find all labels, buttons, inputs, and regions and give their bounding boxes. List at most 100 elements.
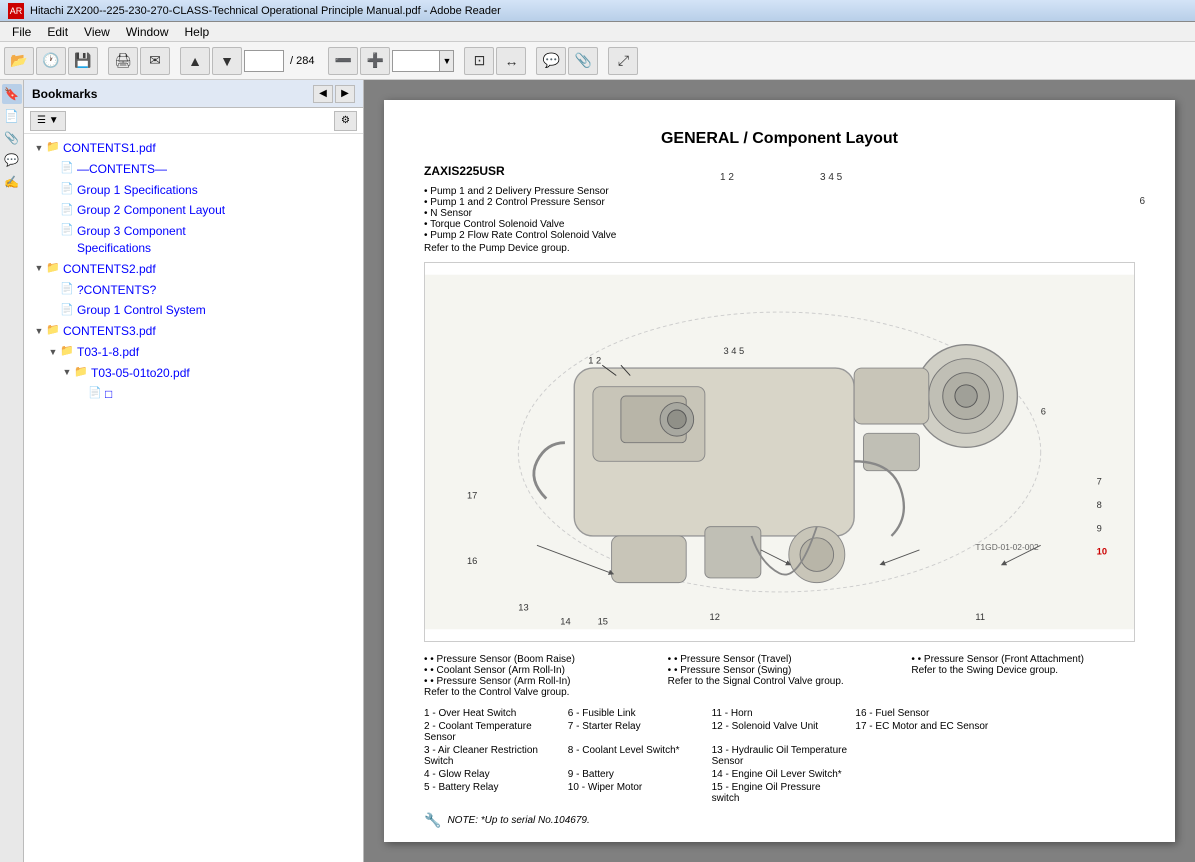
collapse-panel-button[interactable]: ◀ [313,85,333,103]
next-page-button[interactable]: ▼ [212,47,242,75]
num-item-7: 7 - Starter Relay [568,721,704,743]
bm-label-1: • • Pressure Sensor (Travel) [668,654,892,665]
prev-page-button[interactable]: ▲ [180,47,210,75]
expand-icon-contents1: ▼ [32,140,46,156]
zoom-input[interactable]: 75% [392,50,440,72]
menu-help[interactable]: Help [177,25,218,39]
num-item-15: 15 - Engine Oil Pressure switch [712,782,848,804]
svg-text:7: 7 [1097,477,1102,487]
bottom-left-labels: • • Pressure Sensor (Boom Raise) • • Coo… [424,654,648,698]
top-label-5: • Pump 2 Flow Rate Control Solenoid Valv… [424,230,644,241]
bookmark-contents-q[interactable]: 📄 ?CONTENTS? [24,280,363,301]
comments-icon[interactable]: 💬 [2,150,22,170]
top-label-1: • Pump 1 and 2 Delivery Pressure Sensor [424,186,644,197]
bookmark-label-group2-comp: Group 2 Component Layout [77,202,225,219]
bookmark-label-contents-dash: —CONTENTS— [77,161,167,178]
num-item-17: 17 - EC Motor and EC Sensor [855,721,991,743]
zoom-dropdown-button[interactable]: ▼ [440,50,454,72]
bookmark-label-contents-q: ?CONTENTS? [77,282,156,299]
expand-panel-button[interactable]: ▶ [335,85,355,103]
leaf-icon-leaf: 📄 [88,386,102,402]
bookmark-contents-dash[interactable]: 📄 —CONTENTS— [24,159,363,180]
signatures-icon[interactable]: ✍ [2,172,22,192]
bookmark-label-t03-05: T03-05-01to20.pdf [91,365,190,382]
bookmark-contents2[interactable]: ▼ 📁 CONTENTS2.pdf [24,259,363,280]
svg-text:11: 11 [975,612,985,622]
title-bar: AR Hitachi ZX200--225-230-270-CLASS-Tech… [0,0,1195,22]
folder-icon-contents2: 📁 [46,261,60,277]
menu-bar: File Edit View Window Help [0,22,1195,42]
expand-button[interactable]: ⤢ [608,47,638,75]
br-label-2: Refer to the Swing Device group. [911,665,1135,676]
pdf-page: GENERAL / Component Layout ZAXIS225USR •… [384,100,1175,842]
bottom-right-labels: • • Pressure Sensor (Front Attachment) R… [911,654,1135,698]
num-item-4: 4 - Glow Relay [424,769,560,780]
bookmark-group2-comp[interactable]: 📄 Group 2 Component Layout [24,200,363,221]
menu-file[interactable]: File [4,25,39,39]
page-number-input[interactable]: 30 [244,50,284,72]
note-section: 🔧 NOTE: *Up to serial No.104679. [424,812,1135,829]
bookmarks-options-button[interactable]: ⚙ [334,111,357,131]
menu-edit[interactable]: Edit [39,25,76,39]
bookmark-contents1[interactable]: ▼ 📁 CONTENTS1.pdf [24,138,363,159]
num-item-9: 9 - Battery [568,769,704,780]
bookmark-label-leaf: □ [105,386,112,403]
bl-label-3: • • Pressure Sensor (Arm Roll-In) [424,676,648,687]
bookmark-t03-05[interactable]: ▼ 📁 T03-05-01to20.pdf [24,363,363,384]
bl-label-1: • • Pressure Sensor (Boom Raise) [424,654,648,665]
bookmark-label-group1-ctrl: Group 1 Control System [77,302,206,319]
svg-text:1 2: 1 2 [588,355,601,365]
menu-window[interactable]: Window [118,25,177,39]
num-item-5: 5 - Battery Relay [424,782,560,804]
svg-text:14: 14 [560,617,570,627]
numbered-items-list: 1 - Over Heat Switch 6 - Fusible Link 11… [424,708,1135,804]
bookmark-group3-comp[interactable]: 📄 Group 3 ComponentSpecifications [24,221,363,259]
br-label-1: • • Pressure Sensor (Front Attachment) [911,654,1135,665]
title-text: Hitachi ZX200--225-230-270-CLASS-Technic… [30,5,501,17]
expand-icon-contents3: ▼ [32,323,46,339]
open-button[interactable]: 📂 [4,47,34,75]
bookmark-label-t03-1-8: T03-1-8.pdf [77,344,139,361]
bookmarks-toolbar: ☰ ▼ ⚙ [24,108,363,134]
bottom-mid-labels: • • Pressure Sensor (Travel) • • Pressur… [668,654,892,698]
menu-view[interactable]: View [76,25,118,39]
pdf-area[interactable]: GENERAL / Component Layout ZAXIS225USR •… [364,80,1195,862]
fit-page-button[interactable]: ⊡ [464,47,494,75]
num-item-3: 3 - Air Cleaner Restriction Switch [424,745,560,767]
top-label-2: • Pump 1 and 2 Control Pressure Sensor [424,197,644,208]
recent-button[interactable]: 🕐 [36,47,66,75]
attachments-icon[interactable]: 📎 [2,128,22,148]
bookmark-group1-spec[interactable]: 📄 Group 1 Specifications [24,180,363,201]
leaf-icon-group2-comp: 📄 [60,202,74,218]
bookmarks-icon[interactable]: 🔖 [2,84,22,104]
bl-label-4: Refer to the Control Valve group. [424,687,648,698]
save-button[interactable]: 💾 [68,47,98,75]
fit-width-button[interactable]: ↔ [496,47,526,75]
print-button[interactable]: 🖨 [108,47,138,75]
pages-icon[interactable]: 📄 [2,106,22,126]
bookmark-leaf[interactable]: 📄 □ [24,384,363,405]
num-item-16: 16 - Fuel Sensor [855,708,991,719]
attach-button[interactable]: 📎 [568,47,598,75]
main-area: 🔖 📄 📎 💬 ✍ Bookmarks ◀ ▶ ☰ ▼ ⚙ ▼ 📁 CONTEN… [0,80,1195,862]
bookmarks-header: Bookmarks ◀ ▶ [24,80,363,108]
leaf-icon-contents-q: 📄 [60,282,74,298]
folder-icon-t03-05: 📁 [74,365,88,381]
zoom-out-button[interactable]: ➖ [328,47,358,75]
num-item-8: 8 - Coolant Level Switch* [568,745,704,767]
bookmark-group1-ctrl[interactable]: 📄 Group 1 Control System [24,300,363,321]
zoom-in-button[interactable]: ➕ [360,47,390,75]
leaf-icon-group1-ctrl: 📄 [60,302,74,318]
engine-svg: 1 2 3 4 5 6 7 8 9 10 11 12 [425,263,1134,641]
comment-button[interactable]: 💬 [536,47,566,75]
bookmark-t03-1-8[interactable]: ▼ 📁 T03-1-8.pdf [24,342,363,363]
svg-text:10: 10 [1097,547,1107,557]
num-item-11: 11 - Horn [712,708,848,719]
bookmark-label-contents1: CONTENTS1.pdf [63,140,156,157]
expand-icon-contents2: ▼ [32,261,46,277]
bookmark-label-contents3: CONTENTS3.pdf [63,323,156,340]
bookmark-contents3[interactable]: ▼ 📁 CONTENTS3.pdf [24,321,363,342]
bookmarks-menu-button[interactable]: ☰ ▼ [30,111,66,131]
email-button[interactable]: ✉ [140,47,170,75]
bookmarks-controls: ◀ ▶ [313,85,355,103]
